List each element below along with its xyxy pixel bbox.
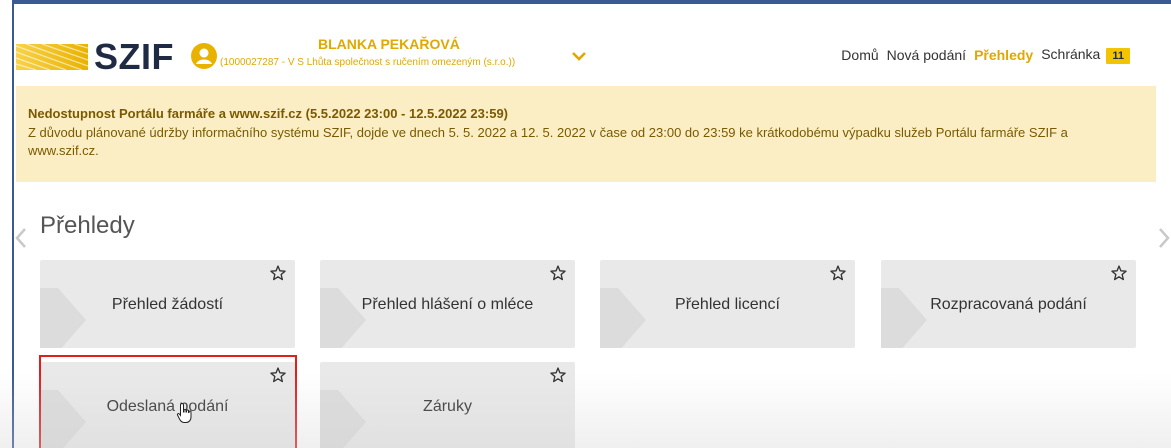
tile-label: Přehled hlášení o mléce — [361, 296, 534, 313]
tile-label: Rozpracovaná podání — [930, 296, 1087, 313]
main-nav: Domů Nová podání Přehledy Schránka 11 — [833, 46, 1130, 64]
user-avatar-icon[interactable] — [190, 42, 218, 70]
hand-cursor-icon — [176, 402, 194, 424]
tile-label: Záruky — [423, 398, 472, 415]
star-icon[interactable] — [549, 264, 567, 282]
user-info[interactable]: BLANKA PEKAŘOVÁ (1000027287 - V S Lhůta … — [220, 36, 600, 76]
notice-title: Nedostupnost Portálu farmáře a www.szif.… — [28, 106, 508, 121]
star-icon[interactable] — [829, 264, 847, 282]
user-name: BLANKA PEKAŘOVÁ — [318, 36, 460, 52]
page-title: Přehledy — [40, 212, 135, 239]
chevron-down-icon[interactable] — [570, 50, 588, 64]
notice-text: Z důvodu plánované údržby informačního s… — [28, 125, 1068, 158]
header: SZIF BLANKA PEKAŘOVÁ (1000027287 - V S L… — [16, 6, 1156, 86]
nav-home[interactable]: Domů — [841, 47, 878, 63]
star-icon[interactable] — [269, 264, 287, 282]
szif-logo[interactable]: SZIF — [16, 36, 196, 78]
nav-overviews[interactable]: Přehledy — [974, 47, 1033, 63]
logo-stripes-icon — [16, 44, 88, 70]
maintenance-notice: Nedostupnost Portálu farmáře a www.szif.… — [16, 86, 1156, 182]
window-frame-left — [0, 0, 14, 448]
nav-inbox-label: Schránka — [1041, 46, 1101, 62]
chevron-left-icon[interactable] — [12, 226, 30, 250]
logo-text: SZIF — [94, 36, 174, 77]
tile-rozpracovana-podani[interactable]: Rozpracovaná podání — [881, 260, 1136, 348]
selection-highlight — [39, 355, 297, 448]
star-icon[interactable] — [549, 366, 567, 384]
inbox-count-badge: 11 — [1106, 48, 1130, 64]
tile-prehled-licenci[interactable]: Přehled licencí — [600, 260, 855, 348]
tile-prehled-zadosti[interactable]: Přehled žádostí — [40, 260, 295, 348]
tile-prehled-hlaseni-o-mlece[interactable]: Přehled hlášení o mléce — [320, 260, 575, 348]
star-icon[interactable] — [1110, 264, 1128, 282]
nav-new-submission[interactable]: Nová podání — [887, 47, 966, 63]
tile-label: Přehled žádostí — [111, 296, 224, 313]
chevron-right-icon[interactable] — [1156, 226, 1171, 250]
tile-label: Přehled licencí — [675, 296, 780, 313]
tile-zaruky[interactable]: Záruky — [320, 362, 575, 448]
nav-inbox[interactable]: Schránka 11 — [1041, 46, 1130, 64]
user-subtitle: (1000027287 - V S Lhůta společnost s ruč… — [220, 57, 516, 68]
